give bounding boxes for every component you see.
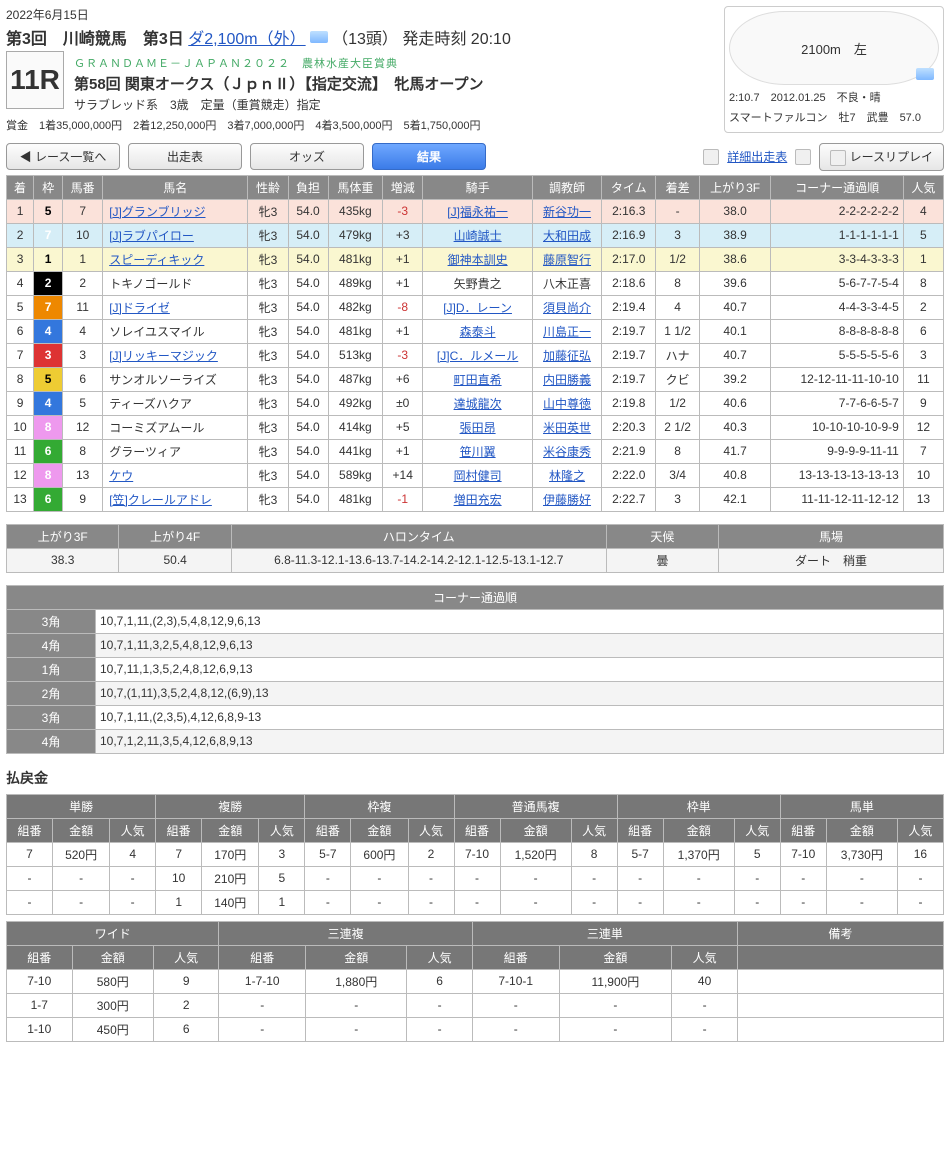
series-label: ＧＲＡＮＤＡＭＥ－ＪＡＰＡＮ２０２２ 農林水産大臣賞典 (6, 55, 714, 71)
course-link[interactable]: ダ2,100m（外） (188, 25, 305, 49)
prize-line: 賞金 1着35,000,000円 2着12,250,000円 3着7,000,0… (6, 117, 714, 133)
replay-icon (830, 150, 846, 166)
back-button[interactable]: ◀ レース一覧へ (6, 143, 120, 170)
detail-entries-link[interactable]: 詳細出走表 (727, 148, 787, 165)
tab-bar: ◀ レース一覧へ 出走表 オッズ 結果 詳細出走表 レースリプレイ (6, 143, 944, 171)
result-row: 2710[J]ラブパイロー牝354.0479kg+3山崎誠士大和田成2:16.9… (7, 223, 944, 247)
lap-table: 上がり3F上がり4Fハロンタイム天候馬場 38.350.46.8-11.3-12… (6, 524, 944, 573)
corner-title: コーナー通過順 (7, 585, 944, 609)
page-icon (795, 149, 811, 165)
weather-icon (916, 68, 934, 80)
race-subtitle: サラブレッド系 3歳 定量（重賞競走）指定 (6, 96, 714, 113)
track-record-box: 2100m 左 2:10.7 2012.01.25 不良・晴 スマートファルコン… (724, 6, 944, 133)
race-title: 第58回 関東オークス（ＪｐｎⅡ）【指定交流】 牝馬オープン (6, 73, 714, 94)
weather-icon (310, 31, 328, 43)
meeting-line: 第3回 川崎競馬 第3日 ダ2,100m（外） （13頭） 発走時刻 20:10 (6, 25, 714, 49)
corner-table: コーナー通過順 3角10,7,1,11,(2,3),5,4,8,12,9,6,1… (6, 585, 944, 754)
result-row: 5711[J]ドライゼ牝354.0482kg-8[J]D．レーン須貝尚介2:19… (7, 295, 944, 319)
result-row: 644ソレイユスマイル牝354.0481kg+1森泰斗川島正一2:19.71 1… (7, 319, 944, 343)
result-row: 422トキノゴールド牝354.0489kg+1矢野貴之八木正喜2:18.6839… (7, 271, 944, 295)
result-tab[interactable]: 結果 (372, 143, 486, 170)
result-row: 1168グラーツィア牝354.0441kg+1笹川翼米谷康秀2:21.9841.… (7, 439, 944, 463)
race-number: 11R (6, 51, 64, 109)
result-row: 733[J]リッキーマジック牝354.0513kg-3[J]C．ルメール加藤征弘… (7, 343, 944, 367)
race-date: 2022年6月15日 (6, 6, 714, 23)
race-header: 2022年6月15日 第3回 川崎競馬 第3日 ダ2,100m（外） （13頭）… (6, 6, 944, 133)
result-row: 1369[笠]クレールアドレ牝354.0481kg-1増田充宏伊藤勝好2:22.… (7, 487, 944, 511)
replay-button[interactable]: レースリプレイ (819, 143, 944, 171)
payout-table-top: 単勝複勝枠複普通馬複枠単馬単 組番金額人気組番金額人気組番金額人気組番金額人気組… (6, 794, 944, 915)
result-row: 945ティーズハクア牝354.0492kg±0達城龍次山中尊徳2:19.81/2… (7, 391, 944, 415)
result-row: 856サンオルソーライズ牝354.0487kg+6町田直希内田勝義2:19.7ク… (7, 367, 944, 391)
odds-tab[interactable]: オッズ (250, 143, 364, 170)
result-row: 157[J]グランブリッジ牝354.0435kg-3[J]福永祐一新谷功一2:1… (7, 199, 944, 223)
entries-tab[interactable]: 出走表 (128, 143, 242, 170)
payout-title: 払戻金 (6, 768, 944, 788)
result-row: 12813ケウ牝354.0589kg+14岡村健司林隆之2:22.03/440.… (7, 463, 944, 487)
results-table: 着枠馬番馬名性齢負担馬体重増減騎手調教師タイム着差上がり3Fコーナー通過順人気 … (6, 175, 944, 512)
doc-icon (703, 149, 719, 165)
payout-table-bottom: ワイド三連複三連単備考 組番金額人気組番金額人気組番金額人気 7-10580円9… (6, 921, 944, 1042)
result-row: 10812コーミズアムール牝354.0414kg+5張田昂米田英世2:20.32… (7, 415, 944, 439)
result-row: 311スピーディキック牝354.0481kg+1御神本訓史藤原智行2:17.01… (7, 247, 944, 271)
